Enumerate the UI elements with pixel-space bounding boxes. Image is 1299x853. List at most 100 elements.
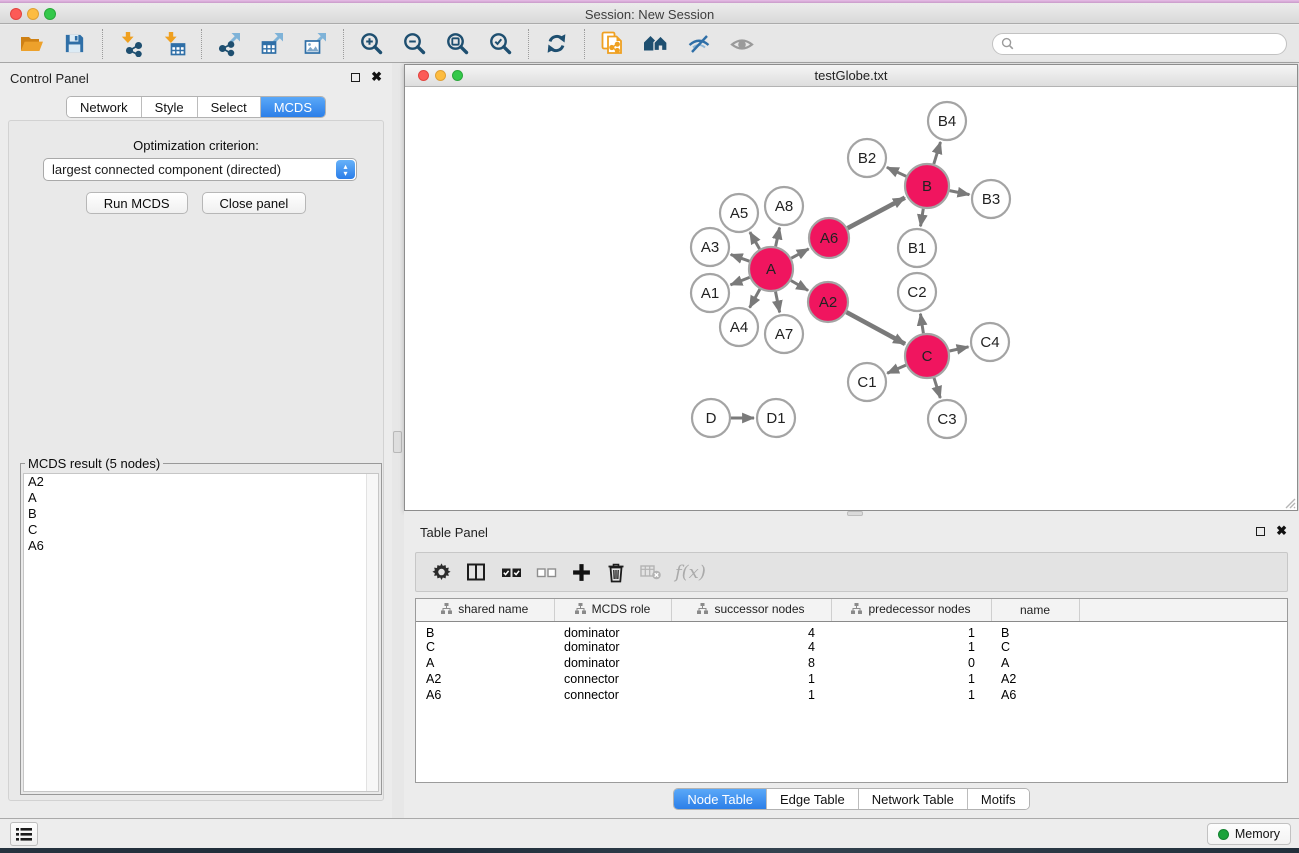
tab-edge-table[interactable]: Edge Table: [767, 789, 859, 809]
splitter-grip[interactable]: [393, 431, 402, 453]
graph-node-D1[interactable]: D1: [757, 399, 795, 437]
result-list-scrollbar[interactable]: [366, 474, 378, 791]
tab-style[interactable]: Style: [142, 97, 198, 117]
table-row[interactable]: A2connector11A2: [416, 671, 1287, 687]
graph-edge-A6-B[interactable]: [848, 198, 905, 229]
column-header-shared-name[interactable]: shared name: [416, 599, 554, 621]
graph-node-D[interactable]: D: [692, 399, 730, 437]
graph-edge-A2-C[interactable]: [846, 312, 905, 344]
tab-network[interactable]: Network: [67, 97, 142, 117]
select-all-checkboxes-icon[interactable]: [498, 558, 524, 586]
table-cell[interactable]: 1: [831, 640, 991, 656]
graph-edge-A-A4[interactable]: [750, 289, 760, 308]
hide-selected-eye-slash-icon[interactable]: [677, 27, 720, 61]
graph-edge-C-C4[interactable]: [950, 347, 969, 351]
float-panel-icon[interactable]: [1256, 527, 1265, 536]
column-header-mcds-role[interactable]: MCDS role: [554, 599, 671, 621]
graph-node-A3[interactable]: A3: [691, 228, 729, 266]
graph-node-A8[interactable]: A8: [765, 187, 803, 225]
graph-node-A2[interactable]: A2: [808, 282, 848, 322]
show-all-eye-icon[interactable]: [720, 27, 763, 61]
export-image-icon[interactable]: [294, 27, 337, 61]
graph-node-C3[interactable]: C3: [928, 400, 966, 438]
run-mcds-button[interactable]: Run MCDS: [86, 192, 188, 214]
column-header-successor-nodes[interactable]: successor nodes: [671, 599, 831, 621]
graph-edge-B-B2[interactable]: [887, 167, 906, 176]
table-cell[interactable]: dominator: [554, 655, 671, 671]
table-cell[interactable]: A2: [991, 671, 1079, 687]
graph-edge-A-A2[interactable]: [791, 281, 808, 291]
table-cell[interactable]: connector: [554, 687, 671, 703]
tab-select[interactable]: Select: [198, 97, 261, 117]
graph-node-B1[interactable]: B1: [898, 229, 936, 267]
graph-edge-A-A3[interactable]: [731, 255, 750, 262]
refresh-icon[interactable]: [535, 27, 578, 61]
delete-column-trash-icon[interactable]: [603, 558, 629, 586]
close-panel-button[interactable]: Close panel: [202, 192, 307, 214]
graph-node-C[interactable]: C: [905, 334, 949, 378]
tab-mcds[interactable]: MCDS: [261, 97, 325, 117]
graph-node-A4[interactable]: A4: [720, 308, 758, 346]
save-session-icon[interactable]: [53, 27, 96, 61]
search-field[interactable]: [992, 33, 1287, 55]
table-cell[interactable]: 8: [671, 655, 831, 671]
table-cell[interactable]: 4: [671, 621, 831, 640]
graph-node-A7[interactable]: A7: [765, 315, 803, 353]
table-row[interactable]: Adominator80A: [416, 655, 1287, 671]
zoom-selected-region-icon[interactable]: [479, 27, 522, 61]
graph-edge-A-A7[interactable]: [776, 292, 780, 313]
first-neighbors-houses-icon[interactable]: [634, 27, 677, 61]
graph-edge-A-A1[interactable]: [731, 277, 750, 285]
zoom-out-icon[interactable]: [393, 27, 436, 61]
new-network-from-selection-icon[interactable]: [591, 27, 634, 61]
table-cell[interactable]: dominator: [554, 621, 671, 640]
graph-node-A[interactable]: A: [749, 247, 793, 291]
task-history-button[interactable]: [10, 822, 38, 846]
zoom-fit-content-icon[interactable]: [436, 27, 479, 61]
tab-node-table[interactable]: Node Table: [674, 789, 767, 809]
import-network-icon[interactable]: [109, 27, 152, 61]
table-cell[interactable]: A: [416, 655, 554, 671]
graph-node-A1[interactable]: A1: [691, 274, 729, 312]
table-row[interactable]: Bdominator41B: [416, 621, 1287, 640]
window-resize-grip[interactable]: [1282, 495, 1296, 509]
table-cell[interactable]: C: [991, 640, 1079, 656]
graph-edge-B-B1[interactable]: [921, 209, 924, 227]
float-panel-icon[interactable]: [351, 73, 360, 82]
network-canvas[interactable]: AA1A2A3A4A5A6A7A8BB1B2B3B4CC1C2C3C4DD1: [405, 88, 1297, 510]
memory-button[interactable]: Memory: [1207, 823, 1291, 845]
unselect-all-checkboxes-icon[interactable]: [533, 558, 559, 586]
table-cell[interactable]: B: [416, 621, 554, 640]
graph-edge-A-A6[interactable]: [791, 249, 808, 258]
graph-node-C1[interactable]: C1: [848, 363, 886, 401]
graph-node-A5[interactable]: A5: [720, 194, 758, 232]
table-cell[interactable]: 1: [831, 621, 991, 640]
close-panel-icon[interactable]: ✖: [371, 72, 382, 82]
table-cell[interactable]: B: [991, 621, 1079, 640]
table-cell[interactable]: 1: [671, 687, 831, 703]
graph-edge-C-C1[interactable]: [887, 365, 906, 373]
table-cell[interactable]: C: [416, 640, 554, 656]
graph-edge-B-B3[interactable]: [950, 191, 970, 195]
graph-edge-A-A5[interactable]: [750, 232, 760, 249]
table-cell[interactable]: 4: [671, 640, 831, 656]
search-input[interactable]: [1019, 36, 1278, 51]
table-cell[interactable]: dominator: [554, 640, 671, 656]
graph-node-A6[interactable]: A6: [809, 218, 849, 258]
tab-network-table[interactable]: Network Table: [859, 789, 968, 809]
table-cell[interactable]: 1: [831, 687, 991, 703]
graph-node-C2[interactable]: C2: [898, 273, 936, 311]
show-column-icon[interactable]: [463, 558, 489, 586]
table-cell[interactable]: 0: [831, 655, 991, 671]
mcds-result-list[interactable]: A2ABCA6: [23, 473, 379, 792]
export-table-icon[interactable]: [251, 27, 294, 61]
graph-edge-A-A8[interactable]: [776, 228, 780, 247]
table-cell[interactable]: A2: [416, 671, 554, 687]
table-cell[interactable]: A6: [416, 687, 554, 703]
settings-gear-icon[interactable]: [428, 558, 454, 586]
table-cell[interactable]: connector: [554, 671, 671, 687]
export-network-icon[interactable]: [208, 27, 251, 61]
graph-node-C4[interactable]: C4: [971, 323, 1009, 361]
graph-edge-C-C3[interactable]: [934, 378, 940, 398]
import-table-icon[interactable]: [152, 27, 195, 61]
